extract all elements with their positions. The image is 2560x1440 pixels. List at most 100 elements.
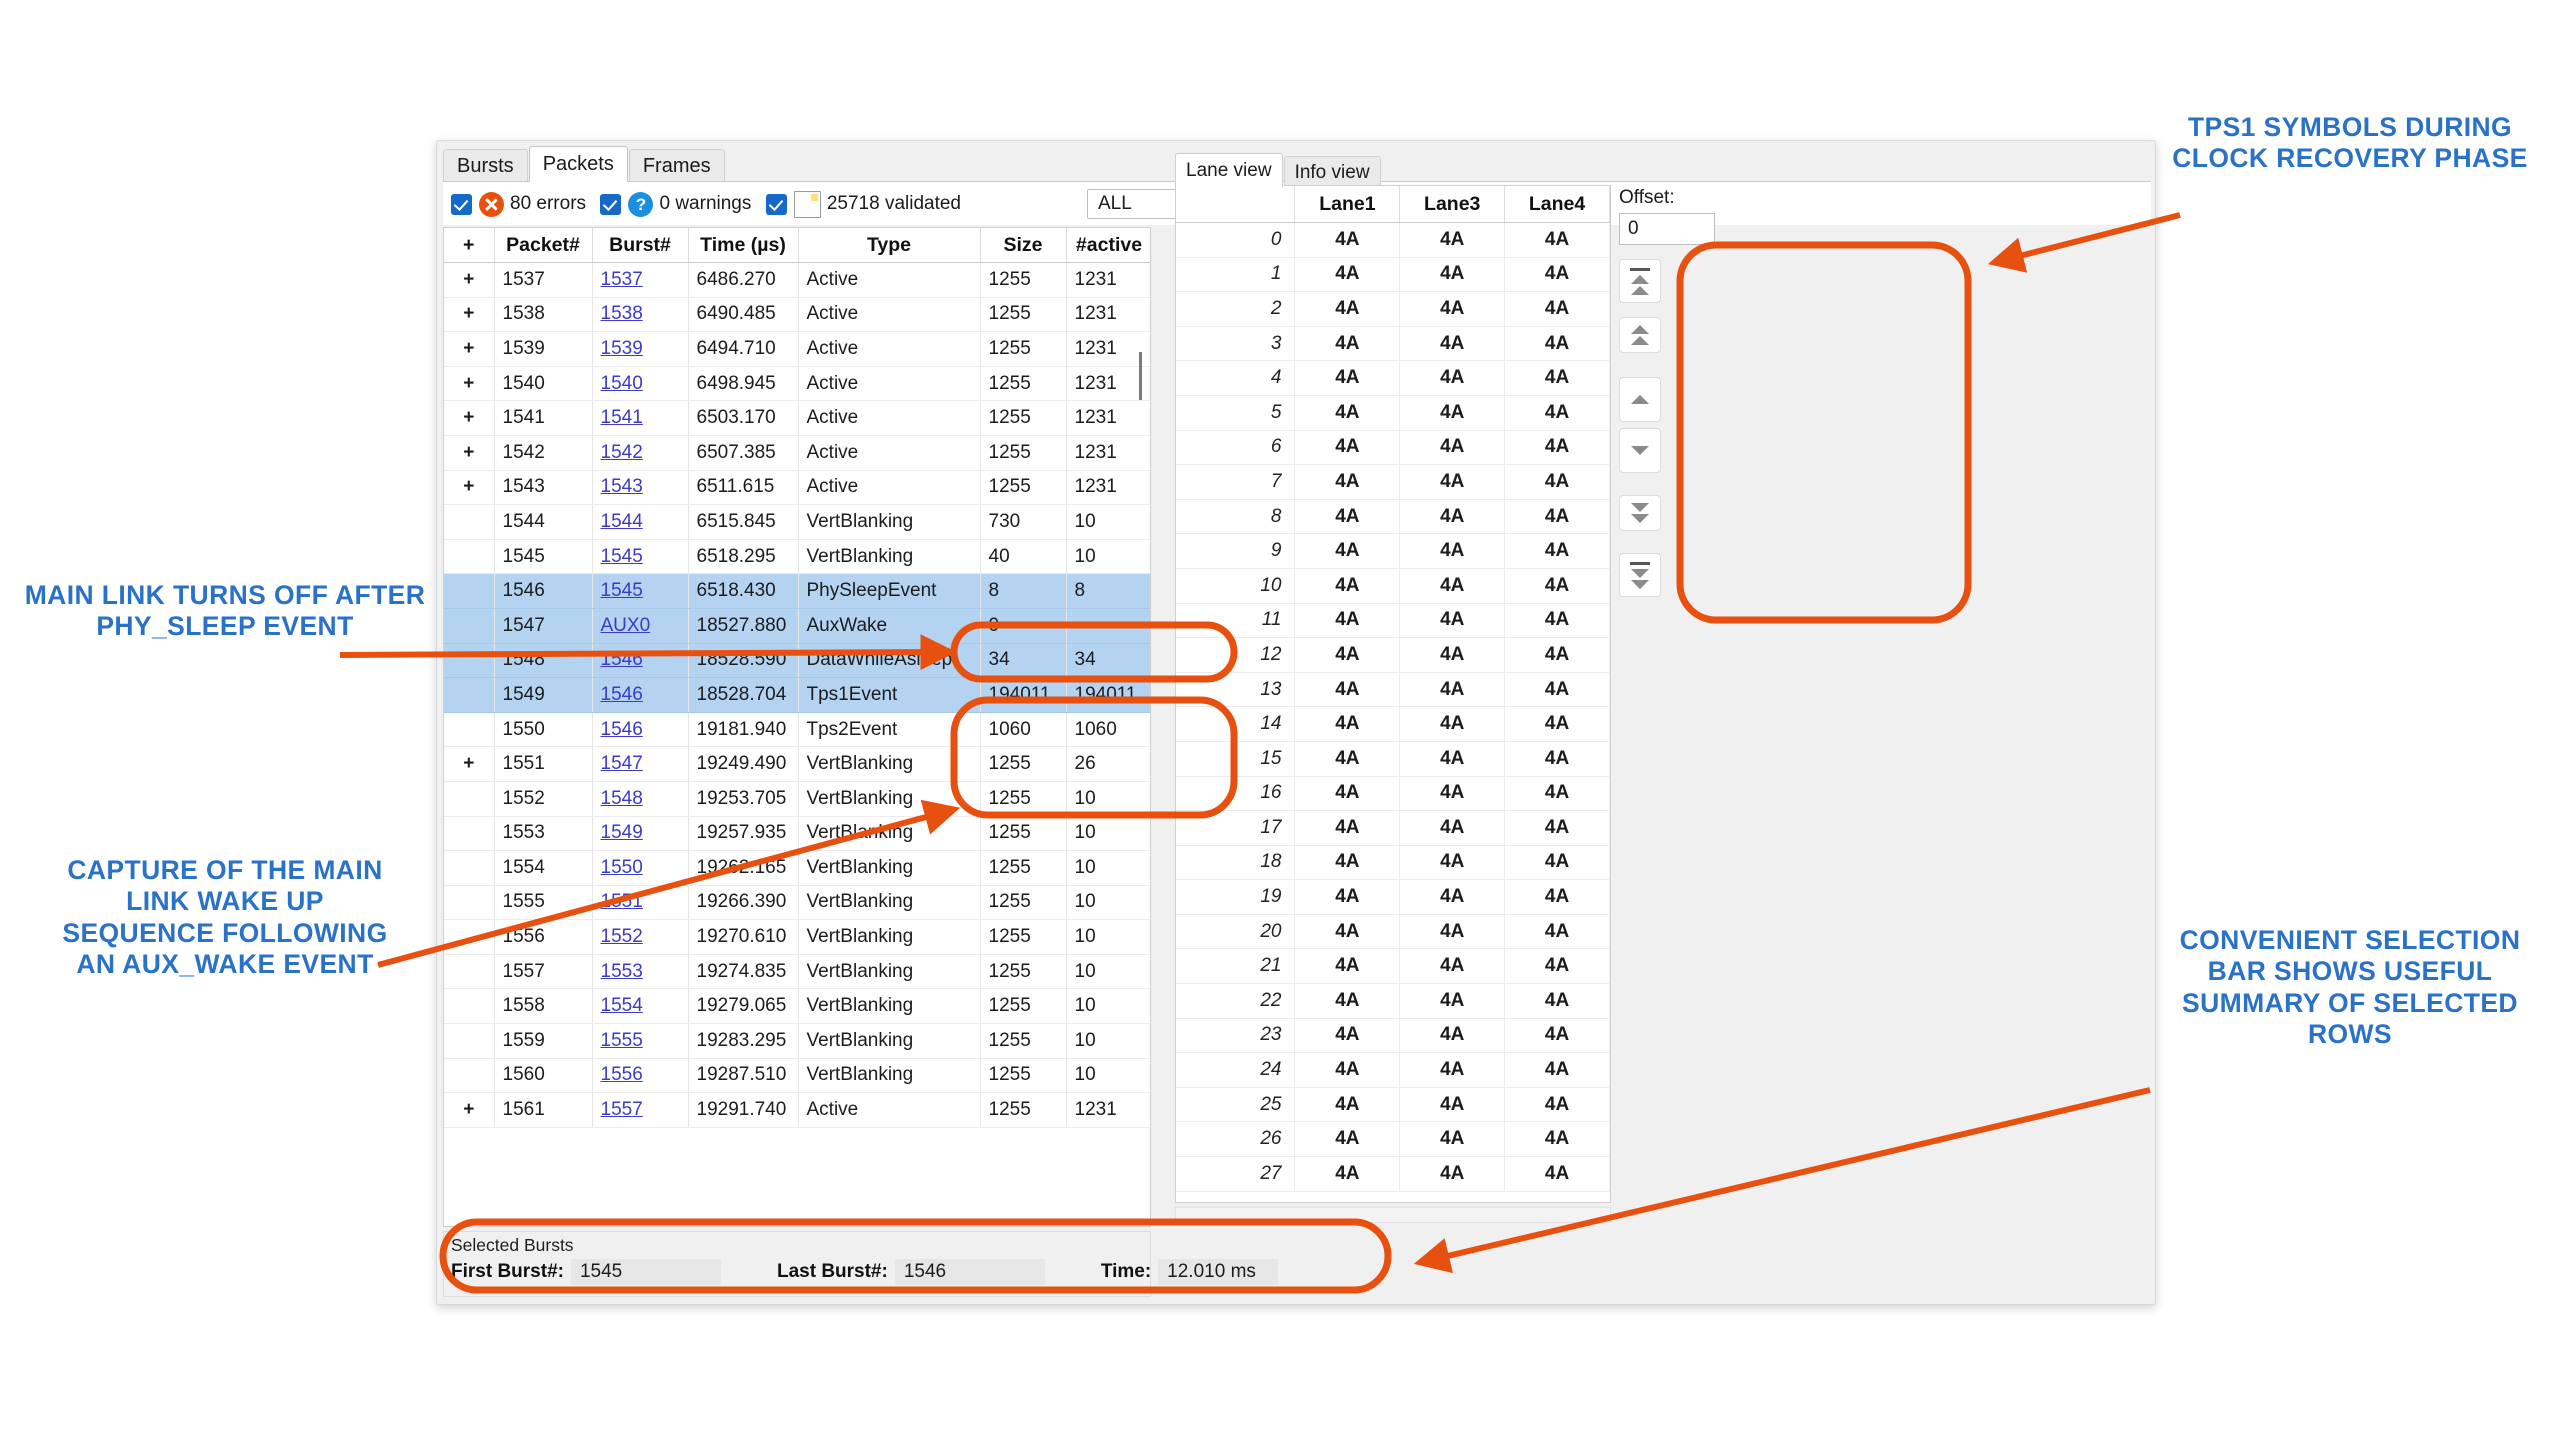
burst-cell[interactable]: 1545: [592, 539, 689, 575]
burst-link[interactable]: 1541: [601, 407, 643, 428]
table-row[interactable]: 27 4A 4A 4A: [1176, 1156, 1610, 1192]
packets-scrollbar[interactable]: [1134, 264, 1148, 1224]
burst-link[interactable]: 1538: [601, 303, 643, 324]
table-row[interactable]: 1560 1556 19287.510 VertBlanking 1255 10: [444, 1058, 1150, 1094]
table-row[interactable]: 1558 1554 19279.065 VertBlanking 1255 10: [444, 988, 1150, 1025]
table-row[interactable]: 12 4A 4A 4A: [1176, 637, 1610, 673]
lane-table[interactable]: Lane1 Lane3 Lane4 0 4A 4A 4A 1 4A 4A 4A 2 4A 4A 4A 3…: [1175, 185, 1611, 1203]
burst-cell[interactable]: 1546: [592, 643, 689, 679]
burst-cell[interactable]: 1546: [592, 677, 689, 713]
warnings-filter[interactable]: ? 0 warnings: [600, 182, 751, 226]
burst-cell[interactable]: 1556: [592, 1058, 689, 1094]
table-row[interactable]: 1 4A 4A 4A: [1176, 257, 1610, 293]
burst-link[interactable]: 1557: [601, 1099, 643, 1120]
tab-frames[interactable]: Frames: [628, 149, 725, 182]
table-row[interactable]: 1552 1548 19253.705 VertBlanking 1255 10: [444, 781, 1150, 817]
warnings-checkbox[interactable]: [600, 193, 622, 215]
burst-link[interactable]: 1555: [601, 1030, 643, 1051]
table-row[interactable]: 4 4A 4A 4A: [1176, 360, 1610, 396]
burst-link[interactable]: 1554: [601, 995, 643, 1016]
table-row[interactable]: 1559 1555 19283.295 VertBlanking 1255 10: [444, 1023, 1150, 1059]
page-up-button[interactable]: [1619, 317, 1661, 353]
burst-cell[interactable]: AUX0: [592, 608, 689, 644]
table-row[interactable]: 14 4A 4A 4A: [1176, 706, 1610, 742]
last-button[interactable]: [1619, 553, 1661, 597]
table-row[interactable]: +1543 1543 6511.615 Active 1255 1231: [444, 470, 1150, 506]
table-row[interactable]: 19 4A 4A 4A: [1176, 879, 1610, 915]
burst-cell[interactable]: 1539: [592, 331, 689, 367]
table-row[interactable]: 20 4A 4A 4A: [1176, 914, 1610, 950]
table-row[interactable]: 21 4A 4A 4A: [1176, 948, 1610, 985]
table-row[interactable]: +1551 1547 19249.490 VertBlanking 1255 26: [444, 746, 1150, 782]
tab-lane-view[interactable]: Lane view: [1175, 153, 1283, 187]
burst-cell[interactable]: 1541: [592, 400, 689, 436]
burst-cell[interactable]: 1537: [592, 262, 689, 298]
col-lane4[interactable]: Lane4: [1504, 186, 1610, 223]
table-row[interactable]: +1538 1538 6490.485 Active 1255 1231: [444, 297, 1150, 333]
table-row[interactable]: 8 4A 4A 4A: [1176, 499, 1610, 535]
burst-cell[interactable]: 1542: [592, 435, 689, 471]
table-row[interactable]: 1544 1544 6515.845 VertBlanking 730 10: [444, 504, 1150, 540]
burst-link[interactable]: 1551: [601, 891, 643, 912]
col-lane1[interactable]: Lane1: [1294, 186, 1401, 223]
table-row[interactable]: +1561 1557 19291.740 Active 1255 1231: [444, 1092, 1150, 1128]
burst-link[interactable]: AUX0: [601, 615, 651, 636]
burst-cell[interactable]: 1544: [592, 504, 689, 540]
burst-cell[interactable]: 1548: [592, 781, 689, 817]
burst-cell[interactable]: 1557: [592, 1092, 689, 1128]
burst-link[interactable]: 1545: [601, 546, 643, 567]
table-row[interactable]: 0 4A 4A 4A: [1176, 222, 1610, 258]
burst-link[interactable]: 1546: [601, 684, 643, 705]
burst-link[interactable]: 1553: [601, 961, 643, 982]
table-row[interactable]: 1553 1549 19257.935 VertBlanking 1255 10: [444, 816, 1150, 852]
table-row[interactable]: +1542 1542 6507.385 Active 1255 1231: [444, 435, 1150, 471]
table-row[interactable]: +1537 1537 6486.270 Active 1255 1231: [444, 262, 1150, 298]
burst-cell[interactable]: 1553: [592, 954, 689, 990]
tab-bursts[interactable]: Bursts: [443, 149, 528, 182]
burst-link[interactable]: 1539: [601, 338, 643, 359]
burst-cell[interactable]: 1549: [592, 816, 689, 852]
col-packet[interactable]: Packet#: [494, 228, 593, 263]
col-nactive[interactable]: #active: [1066, 228, 1150, 263]
table-row[interactable]: 11 4A 4A 4A: [1176, 603, 1610, 639]
burst-link[interactable]: 1550: [601, 857, 643, 878]
table-row[interactable]: 23 4A 4A 4A: [1176, 1018, 1610, 1054]
tab-info-view[interactable]: Info view: [1283, 156, 1381, 187]
table-row[interactable]: 3 4A 4A 4A: [1176, 326, 1610, 362]
table-row[interactable]: 1546 1545 6518.430 PhySleepEvent 8 8: [444, 573, 1150, 609]
col-expand[interactable]: +: [444, 228, 495, 263]
burst-cell[interactable]: 1554: [592, 988, 689, 1025]
burst-link[interactable]: 1540: [601, 373, 643, 394]
table-row[interactable]: 1545 1545 6518.295 VertBlanking 40 10: [444, 539, 1150, 575]
burst-cell[interactable]: 1551: [592, 885, 689, 921]
table-row[interactable]: 9 4A 4A 4A: [1176, 533, 1610, 569]
table-row[interactable]: 10 4A 4A 4A: [1176, 568, 1610, 604]
burst-link[interactable]: 1548: [601, 788, 643, 809]
table-row[interactable]: 16 4A 4A 4A: [1176, 776, 1610, 812]
burst-link[interactable]: 1542: [601, 442, 643, 463]
step-down-button[interactable]: [1619, 428, 1661, 473]
table-row[interactable]: 25 4A 4A 4A: [1176, 1087, 1610, 1123]
tab-packets[interactable]: Packets: [528, 146, 628, 182]
burst-link[interactable]: 1546: [601, 719, 643, 740]
validated-checkbox[interactable]: [765, 193, 787, 215]
col-lane3[interactable]: Lane3: [1399, 186, 1506, 223]
first-button[interactable]: [1619, 259, 1661, 303]
validated-filter[interactable]: 25718 validated: [765, 182, 961, 226]
lane-horizontal-scrollbar[interactable]: [1175, 1207, 1611, 1223]
burst-link[interactable]: 1545: [601, 580, 643, 601]
table-row[interactable]: 7 4A 4A 4A: [1176, 464, 1610, 500]
burst-link[interactable]: 1549: [601, 822, 643, 843]
table-row[interactable]: 26 4A 4A 4A: [1176, 1121, 1610, 1158]
burst-cell[interactable]: 1540: [592, 366, 689, 402]
burst-link[interactable]: 1546: [601, 649, 643, 670]
table-row[interactable]: 1550 1546 19181.940 Tps2Event 1060 1060: [444, 712, 1150, 748]
table-row[interactable]: 1555 1551 19266.390 VertBlanking 1255 10: [444, 885, 1150, 921]
table-row[interactable]: +1541 1541 6503.170 Active 1255 1231: [444, 400, 1150, 436]
table-row[interactable]: 24 4A 4A 4A: [1176, 1052, 1610, 1088]
burst-link[interactable]: 1543: [601, 476, 643, 497]
burst-cell[interactable]: 1546: [592, 712, 689, 748]
burst-cell[interactable]: 1547: [592, 746, 689, 782]
page-down-button[interactable]: [1619, 495, 1661, 531]
table-row[interactable]: 15 4A 4A 4A: [1176, 741, 1610, 777]
